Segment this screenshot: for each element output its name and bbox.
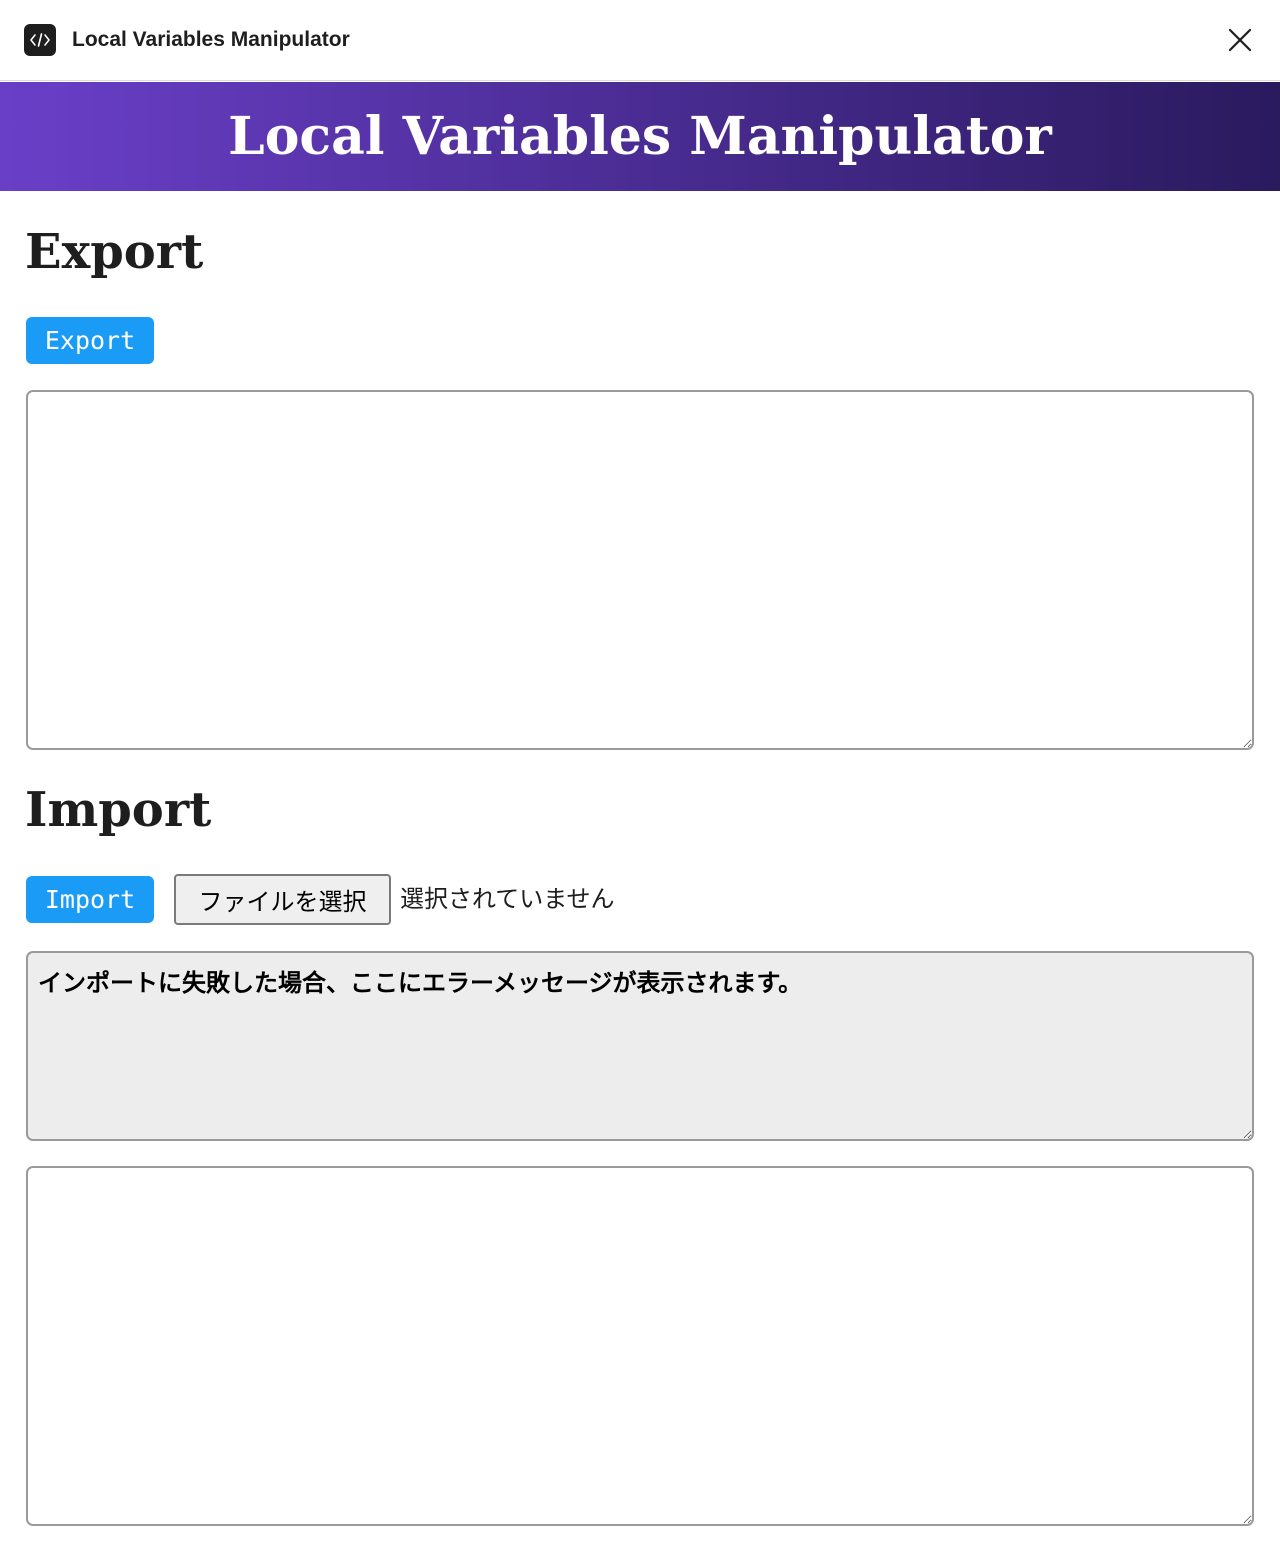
import-heading: Import bbox=[25, 782, 212, 838]
import-button[interactable]: Import bbox=[26, 876, 154, 923]
import-error-textarea[interactable] bbox=[26, 951, 1254, 1141]
export-heading: Export bbox=[25, 224, 204, 280]
close-icon bbox=[1228, 28, 1252, 52]
import-input-textarea[interactable] bbox=[26, 1166, 1254, 1526]
close-button[interactable] bbox=[1222, 22, 1258, 58]
export-output-textarea[interactable] bbox=[26, 390, 1254, 750]
code-brackets-icon bbox=[24, 24, 56, 56]
plugin-titlebar: Local Variables Manipulator bbox=[0, 0, 1280, 81]
choose-file-button[interactable]: ファイルを選択 bbox=[174, 874, 391, 925]
page-title: Local Variables Manipulator bbox=[228, 106, 1052, 167]
window-title: Local Variables Manipulator bbox=[72, 28, 350, 51]
file-status-text: 選択されていません bbox=[400, 885, 615, 913]
export-button[interactable]: Export bbox=[26, 317, 154, 364]
header-banner: Local Variables Manipulator bbox=[0, 82, 1280, 191]
